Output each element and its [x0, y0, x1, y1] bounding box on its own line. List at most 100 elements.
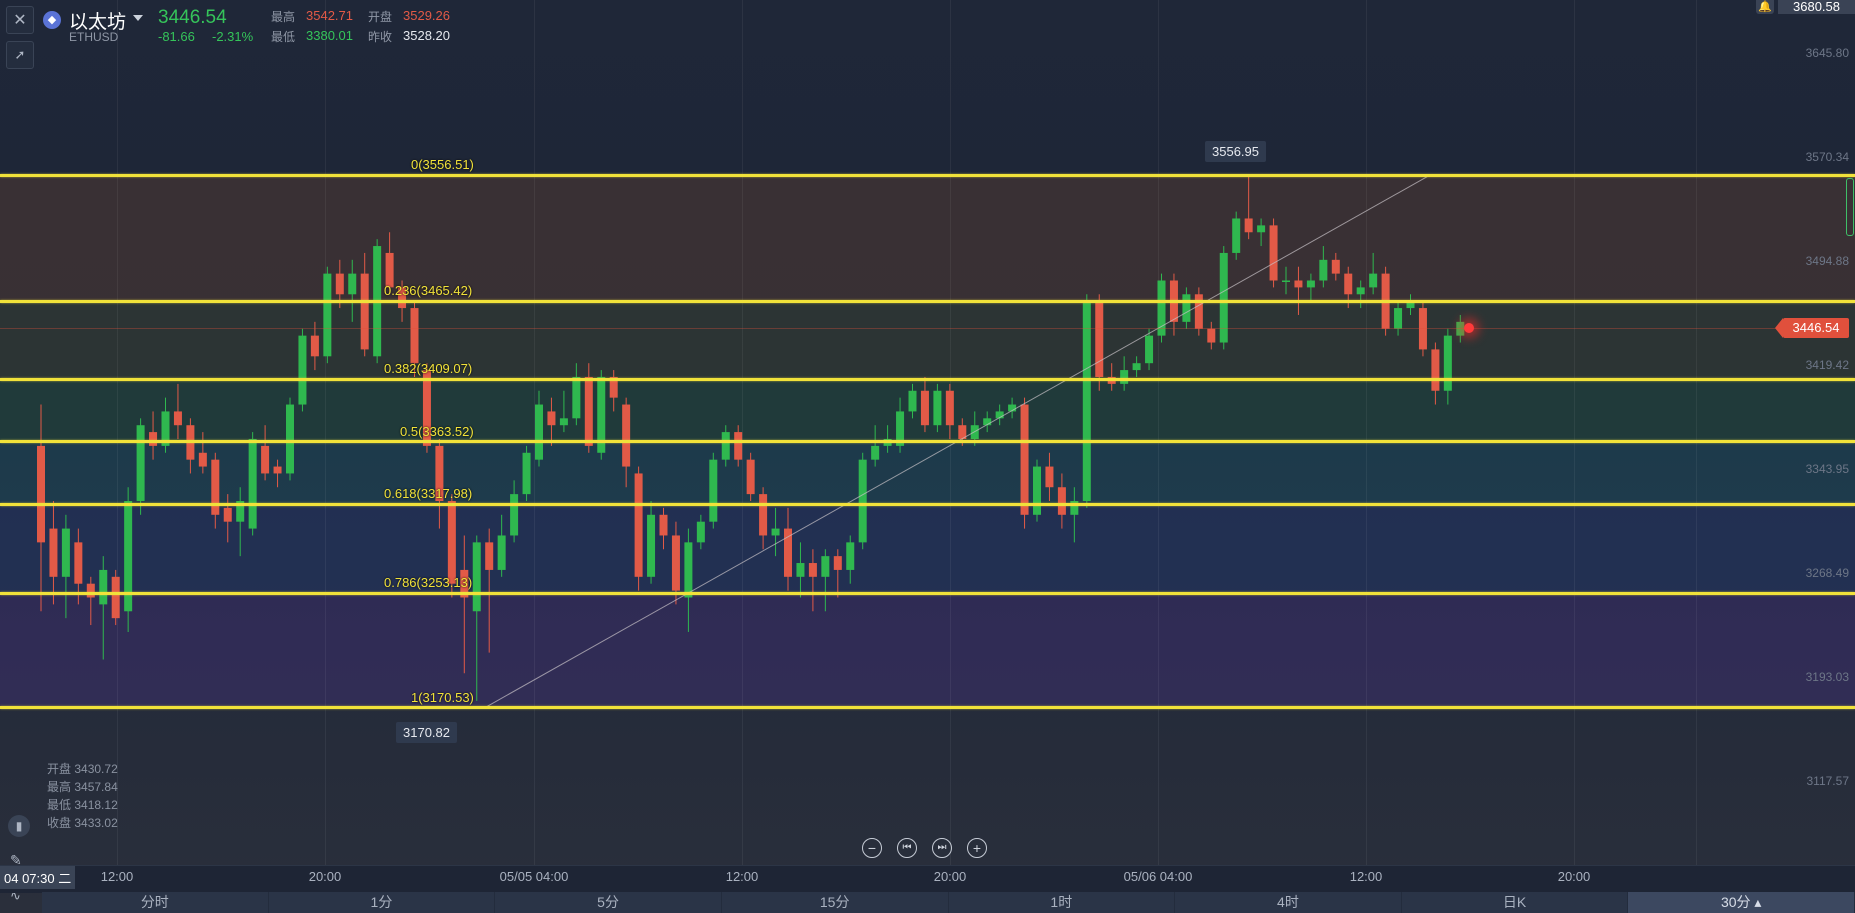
candle-down[interactable] [920, 390, 929, 426]
fib-line-0236[interactable] [0, 300, 1855, 303]
fib-line-1[interactable] [0, 706, 1855, 709]
draw-tool-button[interactable]: ➚ [6, 41, 34, 69]
candle-down[interactable] [1431, 349, 1440, 391]
candle-down[interactable] [198, 452, 207, 467]
candle-up[interactable] [871, 445, 880, 460]
candle-down[interactable] [360, 273, 369, 350]
candle-down[interactable] [223, 507, 232, 522]
candle-down[interactable] [1344, 273, 1353, 295]
bell-icon[interactable]: 🔔 [1756, 0, 1774, 14]
candle-up[interactable] [1132, 363, 1141, 371]
candle-up[interactable] [1145, 335, 1154, 364]
price-scrollbar[interactable] [1846, 178, 1854, 236]
zoom-out-button[interactable]: − [862, 838, 882, 858]
candle-down[interactable] [310, 335, 319, 357]
candle-up[interactable] [348, 273, 357, 295]
candle-up[interactable] [1257, 225, 1266, 233]
candle-down[interactable] [734, 432, 743, 460]
scroll-end-button[interactable]: ⏭ [932, 838, 952, 858]
candle-up[interactable] [771, 528, 780, 536]
candle-up[interactable] [846, 542, 855, 570]
candle-up[interactable] [821, 556, 830, 577]
candle-up[interactable] [1219, 252, 1228, 343]
candle-up[interactable] [510, 494, 519, 536]
candle-down[interactable] [273, 466, 282, 474]
candle-up[interactable] [1319, 259, 1328, 281]
candle-up[interactable] [286, 404, 294, 474]
candle-up[interactable] [472, 542, 481, 612]
candlestick-plot[interactable] [0, 0, 1855, 913]
candle-up[interactable] [572, 376, 581, 419]
candle-up[interactable] [908, 390, 917, 412]
candle-up[interactable] [1356, 287, 1365, 295]
candle-down[interactable] [584, 376, 593, 446]
candle-up[interactable] [709, 459, 718, 522]
candle-down[interactable] [485, 542, 494, 570]
candle-down[interactable] [622, 404, 631, 467]
tab-15m[interactable]: 15分 [722, 892, 949, 913]
candle-down[interactable] [746, 459, 755, 495]
candle-up[interactable] [61, 528, 70, 577]
candle-down[interactable] [634, 473, 643, 577]
candle-up[interactable] [1443, 335, 1452, 391]
fib-line-0382[interactable] [0, 378, 1855, 381]
fib-line-0618[interactable] [0, 503, 1855, 506]
tab-1h[interactable]: 1时 [949, 892, 1176, 913]
candle-up[interactable] [1120, 370, 1129, 384]
tab-daily[interactable]: 日K [1402, 892, 1629, 913]
chevron-down-icon[interactable] [133, 15, 143, 21]
candle-down[interactable] [547, 411, 556, 426]
candle-up[interactable] [1394, 308, 1403, 329]
candle-up[interactable] [298, 335, 307, 405]
candle-down[interactable] [833, 556, 842, 570]
candle-down[interactable] [1057, 487, 1066, 515]
candle-up[interactable] [1082, 301, 1091, 502]
candle-up[interactable] [796, 563, 805, 577]
candle-down[interactable] [49, 528, 58, 577]
candle-up[interactable] [933, 390, 942, 426]
candle-down[interactable] [759, 494, 768, 536]
candle-down[interactable] [1045, 466, 1054, 488]
candle-down[interactable] [410, 308, 419, 364]
candle-up[interactable] [248, 438, 257, 529]
candle-up[interactable] [535, 404, 543, 460]
candle-up[interactable] [522, 452, 531, 495]
candle-down[interactable] [671, 535, 680, 591]
zoom-in-button[interactable]: + [967, 838, 987, 858]
tab-5m[interactable]: 5分 [495, 892, 722, 913]
candle-down[interactable] [1207, 328, 1216, 343]
candle-up[interactable] [1232, 218, 1241, 253]
candle-down[interactable] [74, 542, 83, 584]
candle-down[interactable] [1331, 259, 1340, 274]
candle-up[interactable] [323, 273, 332, 357]
candle-down[interactable] [173, 411, 182, 426]
candle-up[interactable] [497, 535, 506, 570]
candle-up[interactable] [696, 521, 705, 543]
candle-down[interactable] [808, 563, 817, 577]
candle-up[interactable] [136, 425, 145, 502]
candle-down[interactable] [211, 459, 220, 515]
tab-4h[interactable]: 4时 [1175, 892, 1402, 913]
candle-up[interactable] [1306, 280, 1315, 288]
candle-up[interactable] [1182, 294, 1191, 322]
tab-1m[interactable]: 1分 [269, 892, 496, 913]
candle-down[interactable] [335, 273, 344, 295]
fib-line-05[interactable] [0, 440, 1855, 443]
tab-30m[interactable]: 30分 ▴ [1628, 892, 1855, 913]
candle-up[interactable] [1369, 273, 1378, 288]
candle-down[interactable] [945, 390, 954, 426]
candle-down[interactable] [659, 514, 668, 536]
fib-line-0[interactable] [0, 174, 1855, 177]
candle-up[interactable] [858, 459, 867, 543]
scroll-start-button[interactable]: ⏮ [897, 838, 917, 858]
candle-down[interactable] [111, 576, 120, 619]
candle-up[interactable] [721, 432, 730, 460]
candle-down[interactable] [447, 501, 456, 584]
candle-up[interactable] [1282, 280, 1290, 283]
candle-down[interactable] [1244, 218, 1253, 233]
candle-up[interactable] [1033, 466, 1041, 515]
candle-down[interactable] [261, 445, 270, 474]
candle-down[interactable] [1020, 404, 1029, 515]
candle-up[interactable] [647, 514, 656, 577]
tab-timeshare[interactable]: 分时 [42, 892, 269, 913]
